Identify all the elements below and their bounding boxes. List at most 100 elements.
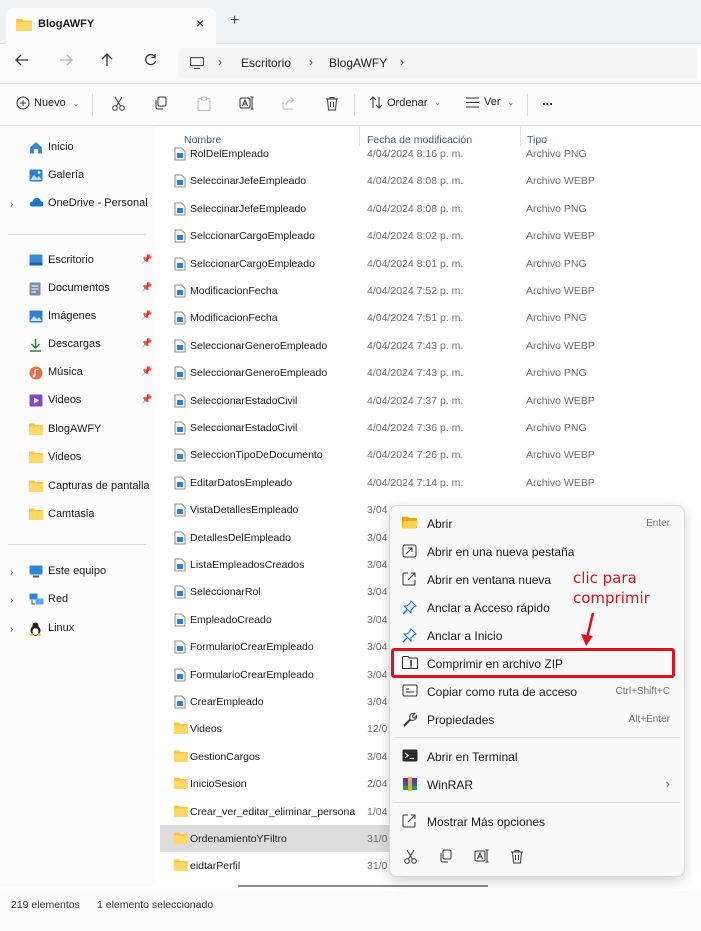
file-row[interactable]: ModificacionFecha 4/04/2024 7:52 p. m. Arc… — [160, 277, 610, 304]
file-row[interactable]: SeleccinarJefeEmpleado 4/04/2024 8:08 p. … — [160, 167, 610, 194]
menu-item-copy-path[interactable]: Copiar como ruta de acceso Ctrl+Shift+C — [390, 677, 684, 705]
nav-item-linux[interactable]: › Linux — [0, 618, 155, 640]
chevron-right-icon[interactable]: › — [10, 199, 13, 210]
file-row[interactable]: SelccionarCargoEmpleado 4/04/2024 8:02 p.… — [160, 222, 610, 249]
cut-button[interactable] — [111, 96, 126, 111]
breadcrumb-escritorio[interactable]: Escritorio — [241, 56, 291, 70]
menu-item-label: Comprimir en archivo ZIP — [427, 657, 564, 671]
menu-item-label: Abrir — [427, 517, 453, 531]
file-date: 4/04/2024 7:26 p. m. — [367, 449, 464, 462]
menu-item-open-new-tab[interactable]: Abrir en una nueva pestaña — [390, 537, 684, 565]
paste-button[interactable] — [197, 96, 211, 111]
forward-arrow-icon[interactable] — [56, 53, 76, 70]
address-bar[interactable]: › Escritorio › BlogAWFY › — [178, 48, 697, 78]
file-date: 2/04 — [367, 778, 388, 791]
nav-item-label: Descargas — [48, 338, 101, 350]
file-name: SeleccinarJefeEmpleado — [190, 175, 307, 188]
chevron-right-icon[interactable]: › — [10, 595, 13, 606]
nav-item-camtasia[interactable]: Camtasia — [0, 504, 155, 526]
file-type: Archivo WEBP — [526, 449, 595, 462]
file-row[interactable]: SeleccionarGeneroEmpleado 4/04/2024 7:43 … — [160, 359, 610, 386]
horizontal-scrollbar[interactable] — [238, 885, 488, 887]
pin-icon[interactable]: 📌 — [141, 282, 152, 293]
annotation-text: clic para comprimir — [573, 568, 683, 608]
sort-button[interactable]: Ordenar ⌄ — [369, 96, 441, 109]
file-name: SeleccionTipoDeDocumento — [190, 449, 323, 462]
menu-item-terminal[interactable]: Abrir en Terminal — [390, 742, 684, 770]
back-arrow-icon[interactable] — [12, 53, 32, 70]
nav-item-escritorio[interactable]: Escritorio 📌 — [0, 250, 155, 272]
file-name: ListaEmpleadosCreados — [190, 559, 305, 571]
menu-item-pin-start[interactable]: Anclar a Inicio — [390, 621, 684, 649]
new-tab-button[interactable]: + — [230, 12, 239, 30]
nav-item-galeria[interactable]: Galería — [0, 165, 155, 187]
tab-blogawfy[interactable]: BlogAWFY × — [6, 8, 216, 44]
nav-item-red[interactable]: › Red — [0, 589, 155, 611]
view-button[interactable]: Ver ⌄ — [465, 96, 514, 108]
new-button[interactable]: Nuevo ⌄ — [16, 96, 80, 110]
breadcrumb-blogawfy[interactable]: BlogAWFY — [329, 56, 387, 70]
up-arrow-icon[interactable] — [97, 53, 117, 71]
breadcrumb-separator: › — [309, 55, 313, 69]
status-bar: 219 elementos 1 elemento seleccionado — [0, 891, 701, 931]
file-row[interactable]: SeleccionTipoDeDocumento 4/04/2024 7:26 p… — [160, 441, 610, 468]
nav-item-imagenes[interactable]: Imágenes 📌 — [0, 306, 155, 328]
menu-item-properties[interactable]: Propiedades Alt+Enter — [390, 705, 684, 733]
file-row[interactable]: SeleccionarEstadoCivil 4/04/2024 7:36 p. … — [160, 414, 610, 441]
image-file-icon — [174, 668, 186, 682]
more-options-button[interactable]: ... — [542, 93, 553, 108]
file-row[interactable]: EditarDatosEmpleado 4/04/2024 7:14 p. m. A… — [160, 469, 610, 496]
file-row[interactable]: SelccionarCargoEmpleado 4/04/2024 8:01 p.… — [160, 250, 610, 277]
rename-button[interactable] — [239, 96, 254, 110]
pin-icon[interactable]: 📌 — [141, 254, 152, 265]
nav-item-documentos[interactable]: Documentos 📌 — [0, 278, 155, 300]
nav-item-musica[interactable]: Música 📌 — [0, 362, 155, 384]
menu-item-winrar[interactable]: WinRAR › — [390, 770, 684, 798]
file-row[interactable]: RolDelEmpleado 4/04/2024 8:16 p. m. Archiv… — [160, 140, 610, 167]
nav-item-videos[interactable]: Videos 📌 — [0, 390, 155, 412]
file-row[interactable]: SeleccionarGeneroEmpleado 4/04/2024 7:43 … — [160, 332, 610, 359]
menu-item-abrir[interactable]: Abrir Enter — [390, 509, 684, 537]
view-icon — [466, 97, 479, 107]
file-name: eidtarPerfil — [190, 860, 241, 873]
pin-icon[interactable]: 📌 — [141, 310, 152, 321]
nav-item-descargas[interactable]: Descargas 📌 — [0, 334, 155, 356]
pin-icon[interactable]: 📌 — [141, 338, 152, 349]
nav-item-videos-folder[interactable]: Videos — [0, 447, 155, 469]
menu-item-label: Mostrar Más opciones — [427, 815, 546, 829]
copy-icon[interactable] — [439, 849, 453, 866]
nav-item-onedrive[interactable]: › OneDrive - Personal — [0, 193, 155, 215]
close-tab-icon[interactable]: × — [196, 15, 204, 31]
folder-icon — [29, 423, 43, 436]
file-type: Archivo PNG — [526, 312, 587, 325]
nav-item-este-equipo[interactable]: › Este equipo — [0, 561, 155, 583]
pin-icon[interactable]: 📌 — [141, 394, 152, 405]
pictures-icon — [29, 310, 43, 323]
chevron-right-icon[interactable]: › — [10, 567, 13, 578]
copy-button[interactable] — [154, 96, 168, 110]
file-row[interactable]: ModificacionFecha 4/04/2024 7:51 p. m. Arc… — [160, 304, 610, 331]
linux-icon — [29, 622, 43, 636]
file-date: 3/04 — [367, 613, 388, 626]
delete-button[interactable] — [325, 96, 339, 111]
trash-icon[interactable] — [510, 849, 524, 867]
share-button[interactable] — [282, 96, 296, 110]
scissors-icon[interactable] — [403, 849, 418, 867]
title-bar: BlogAWFY × + — [0, 0, 701, 44]
folder-icon — [16, 18, 32, 34]
rename-icon[interactable] — [474, 849, 489, 866]
nav-item-inicio[interactable]: Inicio — [0, 137, 155, 159]
menu-item-more-options[interactable]: Mostrar Más opciones — [390, 807, 684, 835]
pin-icon[interactable]: 📌 — [141, 366, 152, 377]
file-name: ModificacionFecha — [190, 285, 278, 297]
menu-item-compress-zip[interactable]: Comprimir en archivo ZIP — [391, 648, 675, 678]
file-row[interactable]: SeleccionarEstadoCivil 4/04/2024 7:37 p. … — [160, 387, 610, 414]
file-date: 3/04 — [367, 641, 388, 654]
chevron-right-icon[interactable]: › — [10, 624, 13, 635]
file-type: Archivo WEBP — [526, 394, 595, 407]
nav-item-capturas[interactable]: Capturas de pantalla — [0, 476, 155, 498]
refresh-icon[interactable] — [140, 53, 160, 70]
nav-item-blogawfy[interactable]: BlogAWFY — [0, 419, 155, 441]
file-row[interactable]: SeleccinarJefeEmpleado 4/04/2024 8:08 p. … — [160, 195, 610, 222]
network-icon — [29, 593, 44, 606]
